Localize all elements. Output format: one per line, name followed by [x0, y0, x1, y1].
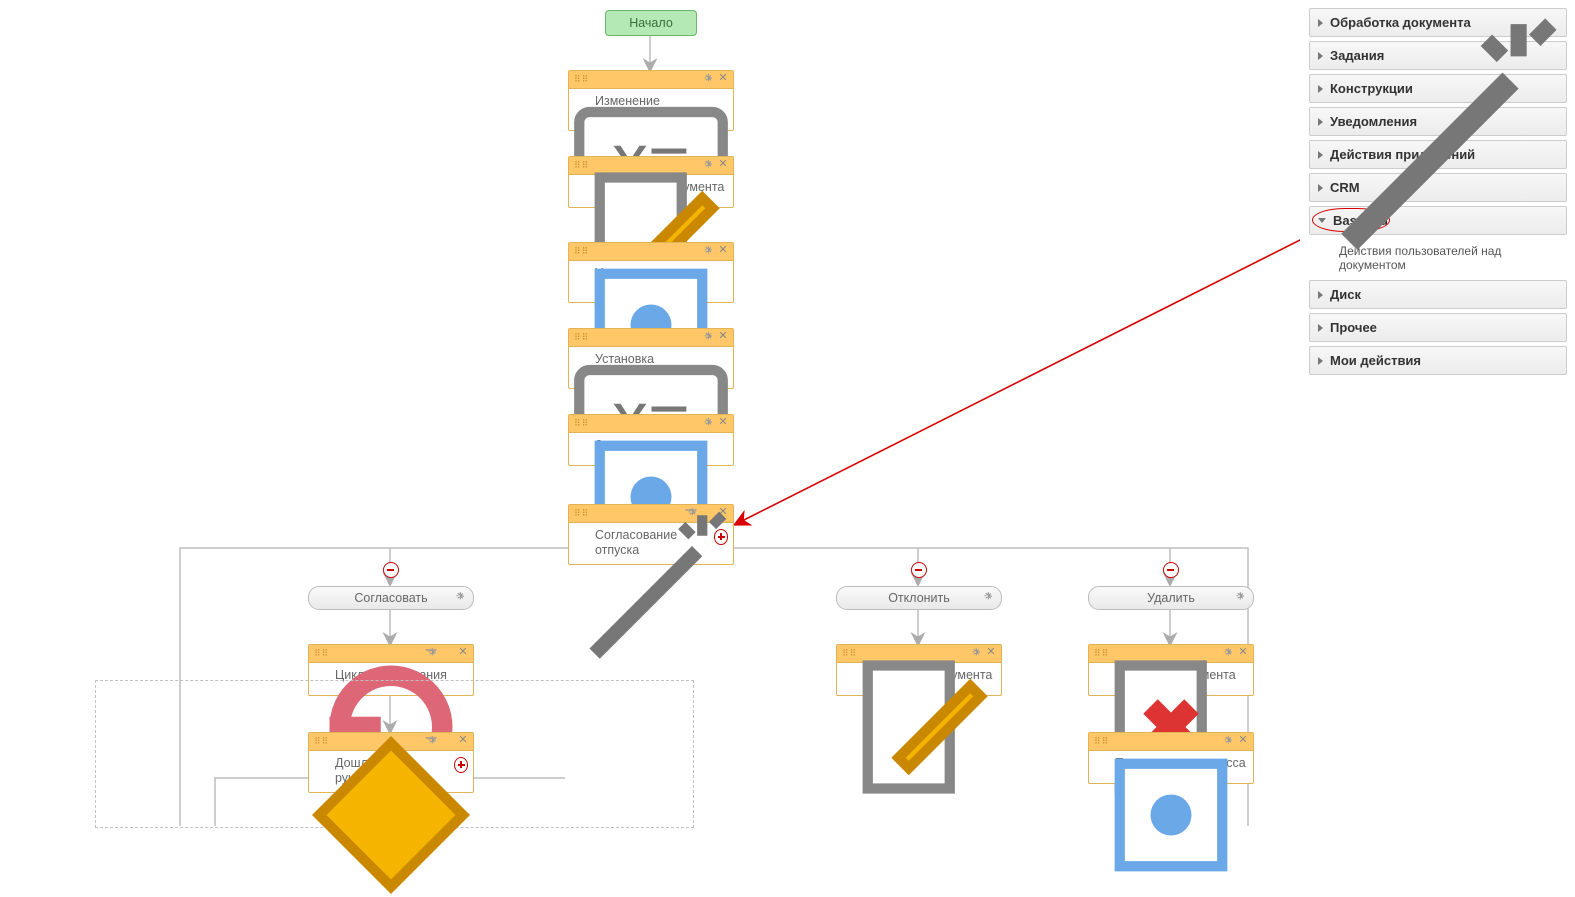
palette-item-disk[interactable]: Диск	[1309, 280, 1567, 309]
gear-icon[interactable]	[1233, 590, 1247, 604]
node-set-approver[interactable]: ⠿⠿ ✕ x= Установка утверждающего	[568, 328, 734, 389]
delete-doc-icon	[1094, 667, 1110, 683]
start-label: Начало	[629, 16, 673, 30]
add-icon[interactable]	[454, 757, 468, 773]
palette-label: Мои действия	[1330, 353, 1421, 368]
variable-icon: x=	[574, 351, 590, 367]
annotation-arrow	[736, 237, 1300, 524]
branch-approve[interactable]: Согласовать	[308, 586, 474, 610]
branch-label: Отклонить	[888, 591, 950, 605]
branch-reject[interactable]: Отклонить	[836, 586, 1002, 610]
palette-label: Прочее	[1330, 320, 1377, 335]
node-vacation-approval[interactable]: ⠿⠿ — ✕ Согласование отпуска	[568, 504, 734, 565]
chevron-right-icon	[1318, 291, 1323, 299]
edit-doc-icon	[842, 667, 858, 683]
node-set-rights[interactable]: ⠿⠿ ✕ Установка прав: автору	[568, 242, 734, 303]
branch-label: Удалить	[1147, 591, 1195, 605]
workflow-canvas[interactable]: Начало ⠿⠿ ✕ x= Изменение переменных ⠿⠿ ✕…	[0, 0, 1300, 826]
remove-branch-icon[interactable]	[911, 562, 927, 578]
start-node[interactable]: Начало	[605, 10, 697, 36]
palette-item-my-actions[interactable]: Мои действия	[1309, 346, 1567, 375]
wand-icon	[574, 527, 590, 543]
stop-icon	[1094, 755, 1110, 771]
node-change-vars[interactable]: ⠿⠿ ✕ x= Изменение переменных	[568, 70, 734, 131]
palette-label: Диск	[1330, 287, 1361, 302]
palette-sub-user-doc-actions[interactable]: Действия пользователей над документом	[1309, 239, 1567, 280]
log-icon	[574, 437, 590, 453]
add-icon[interactable]	[714, 529, 728, 545]
node-change-doc[interactable]: ⠿⠿ ✕ Изменение документа	[568, 156, 734, 208]
node-delete-doc[interactable]: ⠿⠿ ✕ Удаление документа	[1088, 644, 1254, 696]
rights-icon	[574, 265, 590, 281]
branch-label: Согласовать	[354, 591, 427, 605]
variable-icon: x=	[574, 93, 590, 109]
node-reached-management[interactable]: ⠿⠿ — ✕ Дошли до руководства	[308, 732, 474, 793]
chevron-right-icon	[1318, 357, 1323, 365]
palette-item-other[interactable]: Прочее	[1309, 313, 1567, 342]
node-abort-process[interactable]: ⠿⠿ ✕ Прерывание процесса	[1088, 732, 1254, 784]
wand-icon	[1315, 244, 1333, 262]
edit-doc-icon	[574, 179, 590, 195]
gear-icon[interactable]	[453, 590, 467, 604]
node-change-doc-reject[interactable]: ⠿⠿ ✕ Изменение документа	[836, 644, 1002, 696]
gear-icon[interactable]	[981, 590, 995, 604]
chevron-right-icon	[1318, 324, 1323, 332]
remove-branch-icon[interactable]	[1163, 562, 1179, 578]
condition-icon	[314, 755, 330, 771]
remove-branch-icon[interactable]	[383, 562, 399, 578]
action-palette: Обработка документа Задания Конструкции …	[1309, 8, 1567, 379]
branch-delete[interactable]: Удалить	[1088, 586, 1254, 610]
node-log-report[interactable]: ⠿⠿ ✕ Запись в отчет	[568, 414, 734, 466]
